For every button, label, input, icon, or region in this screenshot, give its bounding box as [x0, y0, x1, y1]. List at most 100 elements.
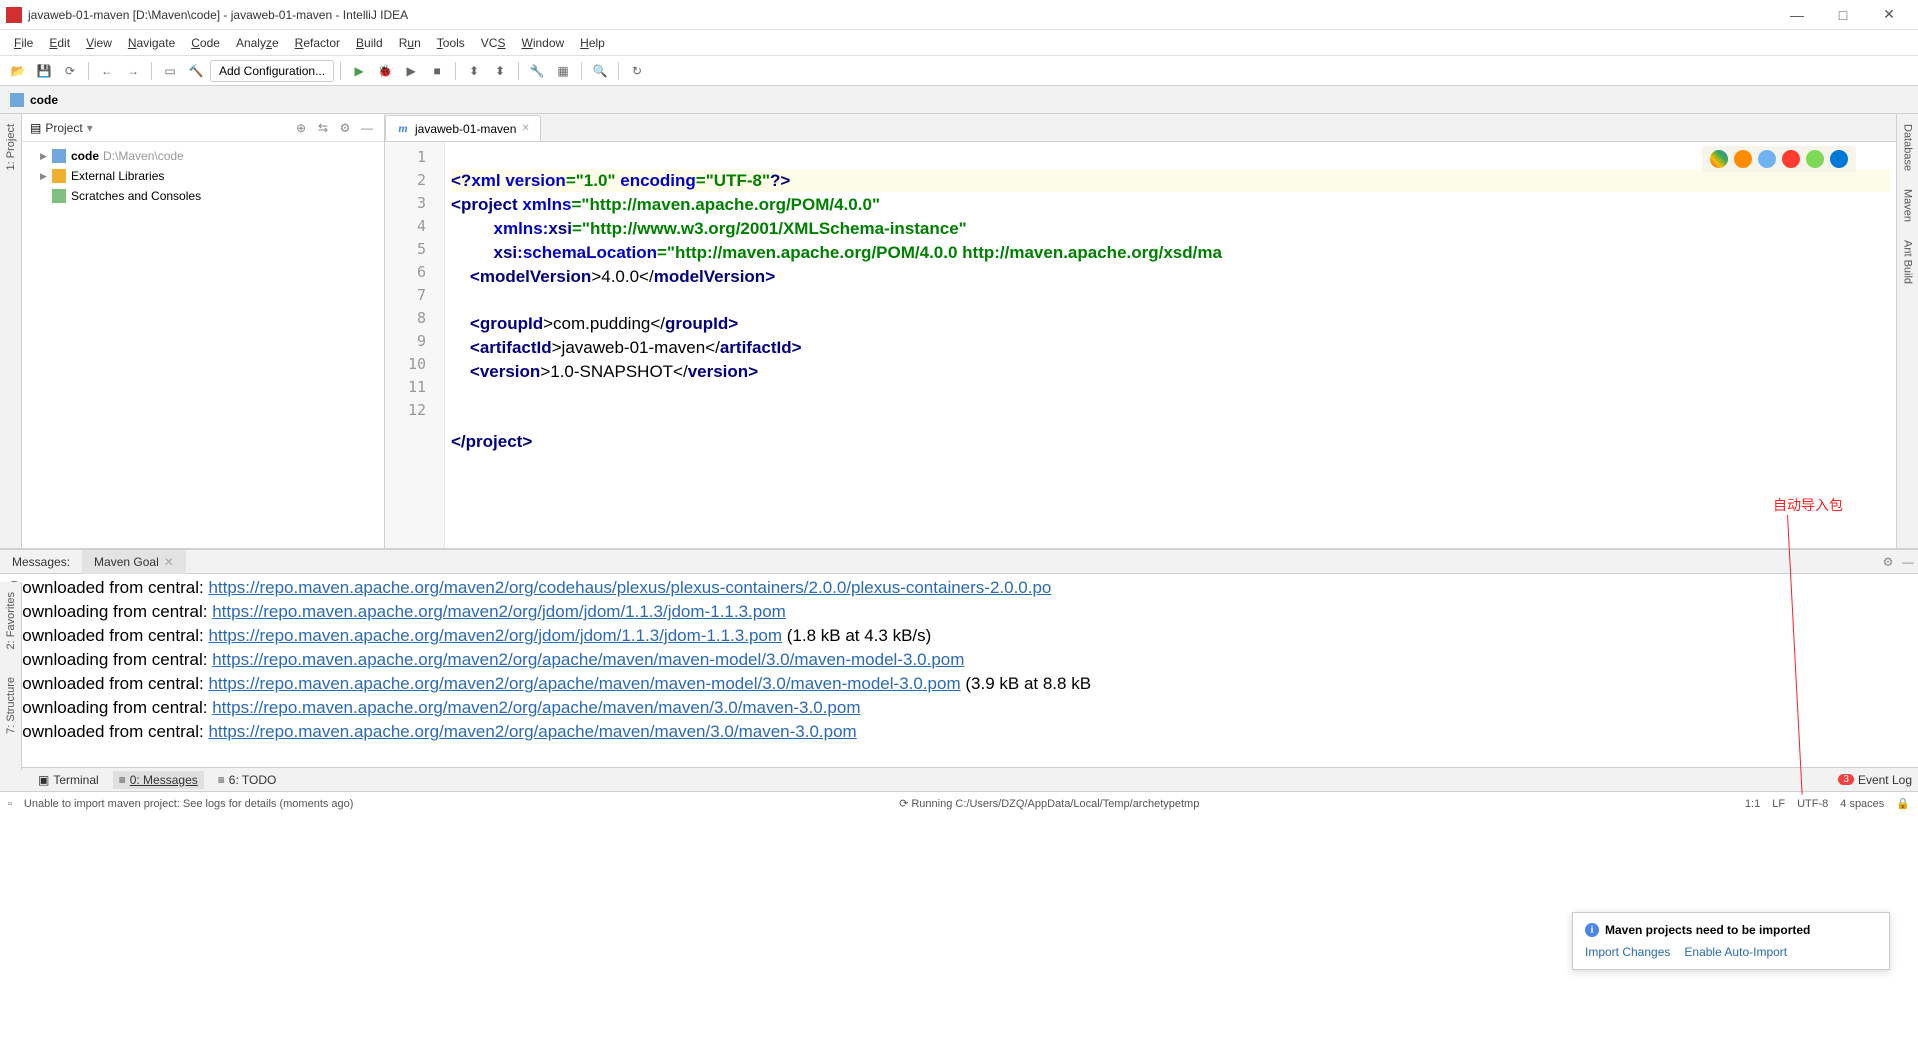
update-icon[interactable]: ↻ — [625, 59, 649, 83]
status-lf[interactable]: LF — [1772, 798, 1785, 810]
menu-run[interactable]: Run — [391, 33, 429, 53]
save-icon[interactable]: 💾 — [32, 59, 56, 83]
project-icon: ▤ — [30, 121, 41, 135]
messages-tabs: Messages: Maven Goal✕ ⚙ — — [0, 550, 1918, 574]
separator — [618, 62, 619, 80]
gear-icon[interactable]: ⚙ — [336, 119, 354, 137]
run-icon[interactable]: ▶ — [347, 59, 371, 83]
tree-label: External Libraries — [71, 169, 164, 183]
sidebar-toggle-icon[interactable]: ▫ — [8, 798, 12, 810]
import-changes-link[interactable]: Import Changes — [1585, 945, 1670, 959]
bottom-todo[interactable]: ≡ 6: TODO — [218, 773, 277, 787]
editor-area: m javaweb-01-maven ✕ 123456789101112 <?x… — [385, 114, 1896, 548]
menu-refactor[interactable]: Refactor — [287, 33, 348, 53]
status-pos[interactable]: 1:1 — [1745, 798, 1760, 810]
yandex-icon[interactable] — [1806, 150, 1824, 168]
separator — [581, 62, 582, 80]
code-content[interactable]: <?xml version="1.0" encoding="UTF-8"?> <… — [445, 142, 1896, 548]
bottom-terminal[interactable]: ▣ Terminal — [38, 773, 99, 787]
search-icon[interactable]: 🔍 — [588, 59, 612, 83]
menu-build[interactable]: Build — [348, 33, 391, 53]
menu-tools[interactable]: Tools — [429, 33, 473, 53]
separator — [151, 62, 152, 80]
messages-body[interactable]: Downloaded from central: https://repo.ma… — [0, 574, 1918, 767]
open-icon[interactable]: 📂 — [6, 59, 30, 83]
safari-icon[interactable] — [1758, 150, 1776, 168]
hide-icon[interactable]: — — [358, 119, 376, 137]
code-editor[interactable]: 123456789101112 <?xml version="1.0" enco… — [385, 142, 1896, 548]
debug-icon[interactable]: 🐞 — [373, 59, 397, 83]
app-icon — [6, 7, 22, 23]
close-button[interactable]: ✕ — [1866, 1, 1912, 29]
sidebar-maven[interactable]: Maven — [1902, 185, 1914, 226]
attach-icon[interactable]: ⬍ — [488, 59, 512, 83]
messages-panel: Messages: Maven Goal✕ ⚙ — Downloaded fro… — [0, 549, 1918, 767]
chevron-down-icon[interactable]: ▾ — [87, 121, 93, 135]
lock-icon[interactable]: 🔒 — [1896, 797, 1910, 810]
tree-item-scratches[interactable]: Scratches and Consoles — [22, 186, 384, 206]
menu-view[interactable]: View — [78, 33, 120, 53]
maximize-button[interactable]: □ — [1820, 1, 1866, 29]
gutter: 123456789101112 — [385, 142, 445, 548]
tree-item-code[interactable]: ▶ code D:\Maven\code — [22, 146, 384, 166]
chevron-right-icon[interactable]: ▶ — [40, 151, 52, 162]
edge-icon[interactable] — [1830, 150, 1848, 168]
sync-icon[interactable]: ⟳ — [58, 59, 82, 83]
sidebar-database[interactable]: Database — [1902, 120, 1914, 175]
titlebar: javaweb-01-maven [D:\Maven\code] - javaw… — [0, 0, 1918, 30]
menu-analyze[interactable]: Analyze — [228, 33, 287, 53]
gear-icon[interactable]: ⚙ — [1878, 555, 1898, 569]
sidebar-favorites[interactable]: 2: Favorites — [5, 588, 17, 653]
build-icon[interactable]: ▭ — [158, 59, 182, 83]
minimize-button[interactable]: — — [1774, 1, 1820, 29]
opera-icon[interactable] — [1782, 150, 1800, 168]
profiler-icon[interactable]: ⬍ — [462, 59, 486, 83]
folder-icon — [10, 93, 24, 107]
enable-autoimport-link[interactable]: Enable Auto-Import — [1684, 945, 1787, 959]
menu-edit[interactable]: Edit — [41, 33, 78, 53]
editor-tabs: m javaweb-01-maven ✕ — [385, 114, 1896, 142]
menu-file[interactable]: File — [6, 33, 41, 53]
run-config-dropdown[interactable]: Add Configuration... — [210, 60, 334, 82]
menu-window[interactable]: Window — [513, 33, 572, 53]
close-tab-icon[interactable]: ✕ — [521, 123, 529, 134]
menu-help[interactable]: Help — [572, 33, 613, 53]
status-enc[interactable]: UTF-8 — [1797, 798, 1828, 810]
menu-vcs[interactable]: VCS — [473, 33, 514, 53]
maven-file-icon: m — [396, 122, 410, 136]
left-toolstrip-bottom: 2: Favorites 7: Structure — [0, 582, 22, 770]
menu-navigate[interactable]: Navigate — [120, 33, 183, 53]
menu-code[interactable]: Code — [183, 33, 228, 53]
coverage-icon[interactable]: ▶ — [399, 59, 423, 83]
sidebar-structure[interactable]: 7: Structure — [5, 673, 17, 738]
separator — [455, 62, 456, 80]
hide-icon[interactable]: — — [1898, 555, 1918, 569]
sidebar-ant[interactable]: Ant Build — [1902, 236, 1914, 288]
collapse-icon[interactable]: ⇆ — [314, 119, 332, 137]
locate-icon[interactable]: ⊕ — [292, 119, 310, 137]
firefox-icon[interactable] — [1734, 150, 1752, 168]
stop-icon[interactable]: ■ — [425, 59, 449, 83]
hammer-icon[interactable]: 🔨 — [184, 59, 208, 83]
chevron-right-icon[interactable]: ▶ — [40, 171, 52, 182]
separator — [518, 62, 519, 80]
tree-item-libs[interactable]: ▶ External Libraries — [22, 166, 384, 186]
forward-icon[interactable]: → — [121, 59, 145, 83]
breadcrumb-item[interactable]: code — [30, 93, 58, 107]
status-indent[interactable]: 4 spaces — [1840, 798, 1884, 810]
project-header: ▤ Project ▾ ⊕ ⇆ ⚙ — — [22, 114, 384, 142]
statusbar: ▫ Unable to import maven project: See lo… — [0, 791, 1918, 815]
bottom-messages[interactable]: ≡ 0: Messages — [113, 771, 204, 789]
sidebar-project[interactable]: 1: Project — [5, 120, 17, 174]
annotation-text: 自动导入包 — [1773, 495, 1843, 515]
project-title[interactable]: Project — [45, 121, 82, 135]
editor-tab[interactable]: m javaweb-01-maven ✕ — [385, 115, 541, 141]
notification-title: Maven projects need to be imported — [1605, 923, 1810, 937]
chrome-icon[interactable] — [1710, 150, 1728, 168]
wrench-icon[interactable]: 🔧 — [525, 59, 549, 83]
messages-tab-messages[interactable]: Messages: — [0, 550, 82, 574]
structure-icon[interactable]: ▦ — [551, 59, 575, 83]
back-icon[interactable]: ← — [95, 59, 119, 83]
messages-tab-mavengoal[interactable]: Maven Goal✕ — [82, 550, 186, 574]
bottom-eventlog[interactable]: 3Event Log — [1838, 773, 1912, 787]
